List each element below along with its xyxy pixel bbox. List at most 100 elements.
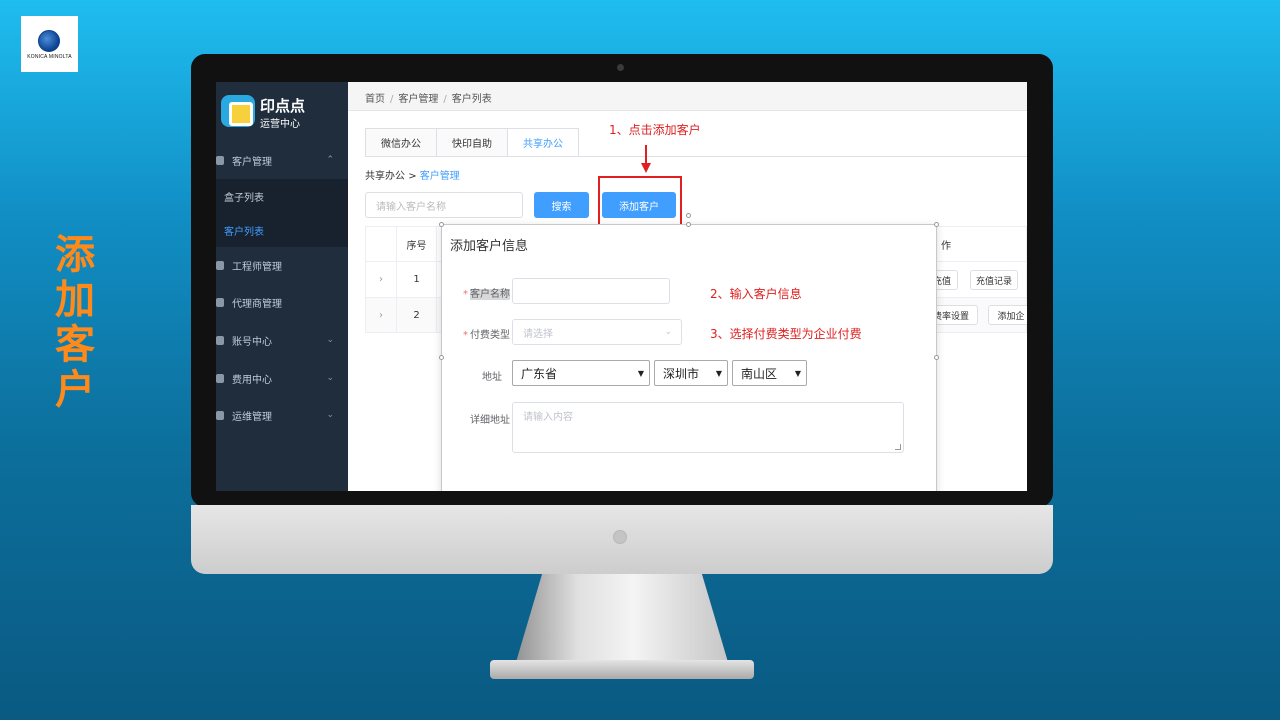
dropdown-triangle-icon: ▼	[715, 369, 722, 378]
list-icon	[216, 335, 224, 345]
dialog-title: 添加客户信息	[450, 239, 529, 254]
brand-subtitle: 运营中心	[260, 119, 300, 130]
apple-logo-icon	[613, 530, 627, 544]
district-value: 南山区	[741, 366, 778, 381]
expand-row-icon[interactable]: ›	[366, 298, 397, 332]
detail-address-textarea[interactable]: 请输入内容	[512, 402, 904, 453]
sidebar-item-customer-management[interactable]: 客户管理 ⌃	[216, 143, 348, 177]
address-label: 地址	[482, 372, 502, 383]
sidebar-subitem-label: 客户列表	[224, 226, 264, 238]
table-cell-index: 2	[397, 298, 437, 332]
sidebar-subitem-box-list[interactable]: 盒子列表	[216, 179, 348, 213]
camera-icon	[617, 64, 624, 71]
table-header-index: 序号	[397, 227, 437, 261]
tab-wechat-office[interactable]: 微信办公	[365, 128, 436, 157]
payment-type-placeholder: 请选择	[523, 328, 553, 340]
user-icon	[216, 260, 224, 270]
sidebar-item-label: 代理商管理	[232, 298, 282, 310]
tab-quick-print[interactable]: 快印自助	[436, 128, 507, 157]
user-icon	[216, 155, 224, 165]
tab-bar: 微信办公 快印自助 共享办公	[365, 128, 579, 157]
sub-breadcrumb-parent[interactable]: 共享办公	[365, 171, 405, 182]
tab-shared-office[interactable]: 共享办公	[507, 128, 579, 157]
add-customer-dialog: 添加客户信息 * 客户名称 2、输入客户信息 * 付费类型 请选择 ⌄ 3、选择付费…	[439, 213, 939, 491]
monitor-stand-base	[490, 660, 754, 679]
breadcrumb-customer-list: 客户列表	[451, 94, 492, 105]
breadcrumb-separator: /	[443, 94, 447, 105]
annotation-step1: 1、点击添加客户	[609, 123, 701, 137]
sidebar-subitem-label: 盒子列表	[224, 192, 264, 204]
detail-address-label: 详细地址	[470, 415, 510, 426]
sidebar-subitem-customer-list[interactable]: 客户列表	[216, 213, 348, 247]
sidebar-item-ops-management[interactable]: 运维管理 ⌄	[216, 398, 348, 432]
annotation-step2: 2、输入客户信息	[710, 287, 802, 301]
sub-breadcrumb-current: 客户管理	[419, 171, 460, 182]
chevron-up-icon: ⌃	[326, 155, 334, 165]
brand-logo-icon	[221, 95, 255, 127]
district-select[interactable]: 南山区 ▼	[732, 360, 807, 386]
chevron-down-icon: ⌄	[326, 373, 334, 383]
resize-handle[interactable]	[934, 355, 939, 360]
chevron-down-icon: ⌄	[326, 335, 334, 345]
brand-name: 印点点	[260, 97, 306, 115]
breadcrumb-separator: /	[390, 94, 394, 105]
konica-minolta-logo: KONICA MINOLTA	[21, 16, 78, 72]
customer-search-input[interactable]: 请输入客户名称	[365, 192, 523, 218]
required-mark: *	[463, 289, 468, 300]
dropdown-triangle-icon: ▼	[637, 369, 644, 378]
table-header-expand	[366, 227, 397, 261]
rotate-handle-icon[interactable]	[686, 213, 691, 218]
payment-type-select[interactable]: 请选择 ⌄	[512, 319, 682, 345]
resize-grip-icon[interactable]	[895, 444, 901, 450]
payment-type-label-text: 付费类型	[470, 330, 510, 341]
sidebar-item-label: 运维管理	[232, 411, 272, 423]
sidebar: 印点点 运营中心 客户管理 ⌃ 盒子列表 客户列表 工程师管理 代理商管理 账号…	[216, 82, 348, 491]
search-button[interactable]: 搜索	[534, 192, 589, 218]
sub-breadcrumb: 共享办公 > 客户管理	[365, 167, 460, 182]
sidebar-item-engineer-management[interactable]: 工程师管理	[216, 248, 348, 282]
dropdown-triangle-icon: ▼	[794, 369, 801, 378]
user-icon	[216, 297, 224, 307]
customer-name-label: * 客户名称	[450, 285, 510, 300]
sidebar-item-label: 账号中心	[232, 336, 272, 348]
province-value: 广东省	[521, 366, 558, 381]
resize-handle[interactable]	[934, 222, 939, 227]
recharge-record-button[interactable]: 充值记录	[970, 270, 1018, 290]
sub-breadcrumb-separator: >	[408, 171, 417, 182]
add-enterprise-button[interactable]: 添加企	[988, 305, 1027, 325]
expand-row-icon[interactable]: ›	[366, 262, 397, 297]
annotation-step3: 3、选择付费类型为企业付费	[710, 327, 862, 341]
gear-icon	[216, 410, 224, 420]
coin-icon	[216, 373, 224, 383]
table-cell-index: 1	[397, 262, 437, 297]
app-screen: 印点点 运营中心 客户管理 ⌃ 盒子列表 客户列表 工程师管理 代理商管理 账号…	[216, 82, 1027, 491]
monitor-stand	[515, 574, 729, 664]
sidebar-item-label: 客户管理	[232, 156, 272, 168]
detail-address-placeholder: 请输入内容	[523, 412, 573, 423]
sidebar-item-fee-center[interactable]: 费用中心 ⌄	[216, 361, 348, 395]
city-value: 深圳市	[663, 366, 700, 381]
top-bar: 首页 / 客户管理 / 客户列表	[348, 82, 1027, 111]
required-mark: *	[463, 330, 468, 341]
resize-handle[interactable]	[686, 222, 691, 227]
sidebar-item-account-center[interactable]: 账号中心 ⌄	[216, 323, 348, 357]
customer-name-input[interactable]	[512, 278, 670, 304]
customer-name-label-text: 客户名称	[470, 289, 510, 300]
slide-title: 添加客户	[55, 232, 95, 413]
breadcrumb: 首页 / 客户管理 / 客户列表	[365, 90, 492, 105]
sidebar-item-agent-management[interactable]: 代理商管理	[216, 285, 348, 319]
sidebar-item-label: 费用中心	[232, 374, 272, 386]
sidebar-item-label: 工程师管理	[232, 261, 282, 273]
chevron-down-icon: ⌄	[326, 410, 334, 420]
logo-text: KONICA MINOLTA	[27, 54, 72, 60]
resize-handle[interactable]	[439, 222, 444, 227]
breadcrumb-customer-management[interactable]: 客户管理	[398, 94, 438, 105]
payment-type-label: * 付费类型	[450, 326, 510, 341]
chevron-down-icon: ⌄	[664, 327, 672, 337]
resize-handle[interactable]	[439, 355, 444, 360]
city-select[interactable]: 深圳市 ▼	[654, 360, 728, 386]
arrow-down-icon	[641, 163, 651, 173]
province-select[interactable]: 广东省 ▼	[512, 360, 650, 386]
main-content: 首页 / 客户管理 / 客户列表 微信办公 快印自助 共享办公 共享办公 > 客户管理 …	[348, 82, 1027, 491]
breadcrumb-home[interactable]: 首页	[365, 94, 385, 105]
